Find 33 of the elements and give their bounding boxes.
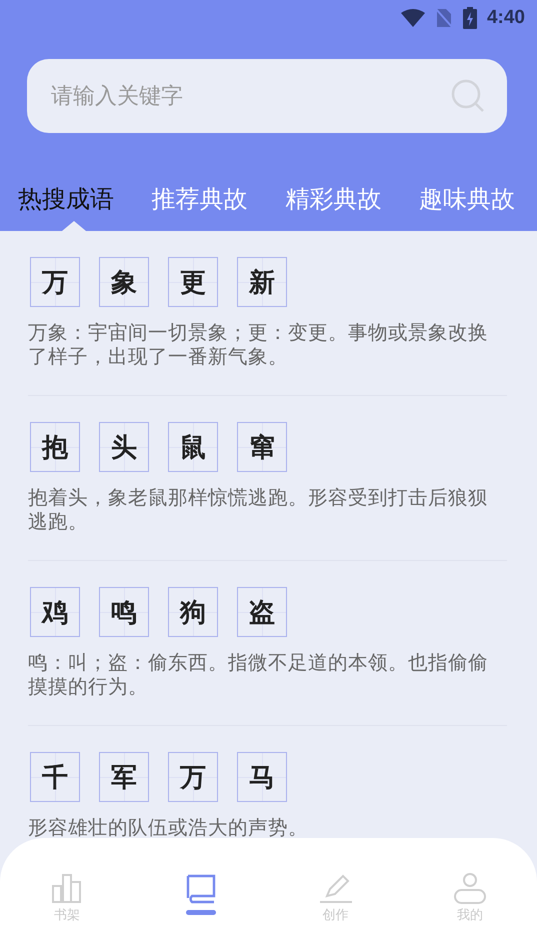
book-icon (185, 872, 218, 904)
idiom-character: 抱 (30, 422, 80, 472)
user-icon (452, 872, 487, 904)
idiom-character: 马 (237, 752, 287, 802)
idiom-character: 万 (168, 752, 218, 802)
no-sim-icon (434, 8, 453, 28)
category-tab[interactable]: 热搜成语 (18, 183, 114, 231)
idiom-character: 鸡 (30, 587, 80, 637)
wifi-icon (400, 8, 425, 26)
search-field[interactable]: 请输入关键字 (27, 59, 507, 133)
status-time: 4:40 (486, 6, 525, 28)
idiom-character: 窜 (237, 422, 287, 472)
idiom-character: 军 (99, 752, 149, 802)
idiom-character: 万 (30, 257, 80, 307)
idiom-explanation: 抱着头，象老鼠那样惊慌逃跑。形容受到打击后狼狈逃跑。 (28, 486, 489, 534)
category-tab[interactable]: 推荐典故 (152, 183, 248, 231)
category-tab[interactable]: 趣味典故 (418, 183, 515, 231)
idiom-character: 新 (237, 257, 287, 307)
idiom-explanation: 万象：宇宙间一切景象；更：变更。事物或景象改换了样子，出现了一番新气象。 (28, 321, 489, 369)
idiom-character: 更 (168, 257, 218, 307)
idiom-character: 象 (99, 257, 149, 307)
idiom-character: 鼠 (168, 422, 218, 472)
idiom-character: 盗 (237, 587, 287, 637)
idiom-explanation: 形容雄壮的队伍或浩大的声势。 (28, 816, 309, 840)
idiom-character: 狗 (168, 587, 218, 637)
idiom-character: 千 (30, 752, 80, 802)
idiom-explanation: 鸣：叫；盗：偷东西。指微不足道的本领。也指偷偷摸摸的行为。 (28, 651, 489, 699)
bar-chart-icon (51, 872, 84, 904)
idiom-character: 头 (99, 422, 149, 472)
idiom-character: 鸣 (99, 587, 149, 637)
category-tab[interactable]: 精彩典故 (285, 183, 382, 231)
battery-charging-icon (462, 6, 477, 28)
pencil-icon (318, 872, 353, 904)
